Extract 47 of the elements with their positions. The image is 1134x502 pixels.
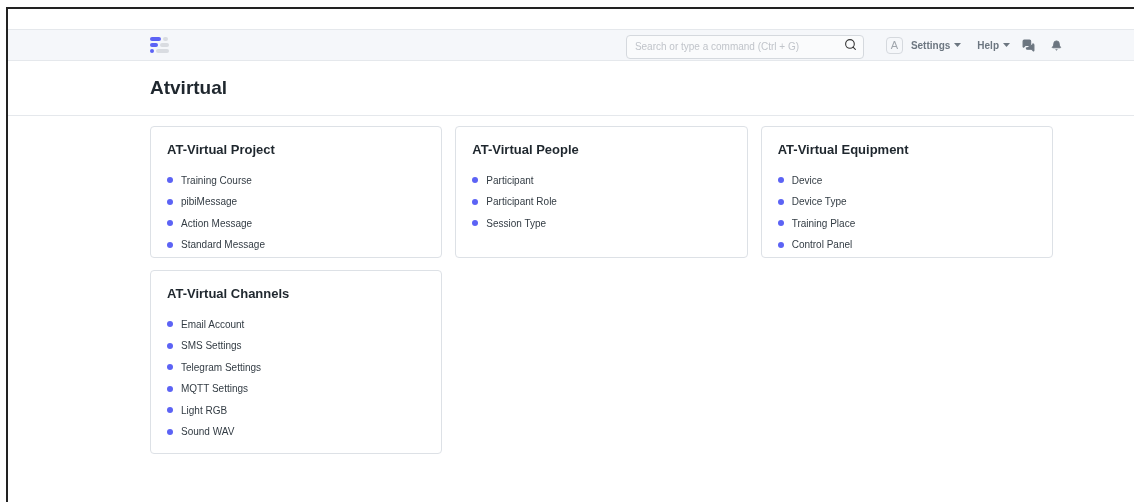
bullet-icon <box>777 177 784 184</box>
bullet-icon <box>167 342 173 349</box>
link[interactable]: SMS Settings <box>181 338 242 354</box>
card-title: AT-Virtual Equipment <box>777 141 910 159</box>
menu-button[interactable]: Help <box>977 37 1010 53</box>
bullet-icon <box>167 428 173 435</box>
link[interactable]: MQTT Settings <box>181 381 249 397</box>
link[interactable]: Action Message <box>181 215 253 231</box>
bullet-icon <box>167 321 173 328</box>
page-title: Atvirtual <box>150 75 228 100</box>
bullet-icon <box>167 177 173 184</box>
link[interactable]: Sound WAV <box>181 424 235 440</box>
bullet-icon <box>472 220 479 227</box>
link[interactable]: Device Type <box>791 194 847 210</box>
caret-icon <box>1003 43 1010 47</box>
bullet-icon <box>777 220 784 227</box>
bullet-icon <box>167 407 173 414</box>
bullet-icon <box>472 177 479 184</box>
notification-icon[interactable] <box>1051 39 1062 51</box>
link[interactable]: Telegram Settings <box>181 359 262 375</box>
search-icon <box>843 38 857 51</box>
bullet-icon <box>167 385 173 392</box>
logo-icon[interactable] <box>150 36 170 54</box>
link[interactable]: Training Course <box>181 172 252 188</box>
menu-button[interactable]: Settings <box>910 37 962 53</box>
bullet-icon <box>777 241 784 248</box>
link[interactable]: Light RGB <box>181 402 228 418</box>
link[interactable]: Session Type <box>486 215 547 231</box>
card-title: AT-Virtual People <box>472 141 580 159</box>
link[interactable]: Participant Role <box>486 194 557 210</box>
chat-icon[interactable] <box>1022 38 1035 52</box>
caret-icon <box>954 43 962 47</box>
card-title: AT-Virtual Project <box>167 141 276 159</box>
card-title: AT-Virtual Channels <box>167 285 291 303</box>
link[interactable]: Standard Message <box>181 237 265 253</box>
link[interactable]: Email Account <box>181 316 245 332</box>
bullet-icon <box>167 220 173 227</box>
link[interactable]: Device <box>791 172 823 188</box>
link[interactable]: Control Panel <box>791 237 853 253</box>
bullet-icon <box>167 198 173 205</box>
link[interactable]: pibiMessage <box>181 194 238 210</box>
bullet-icon <box>167 241 173 248</box>
bullet-icon <box>777 198 784 205</box>
link[interactable]: Participant <box>486 172 534 188</box>
link[interactable]: Training Place <box>791 215 856 231</box>
bullet-icon <box>167 364 173 371</box>
bullet-icon <box>472 198 479 205</box>
